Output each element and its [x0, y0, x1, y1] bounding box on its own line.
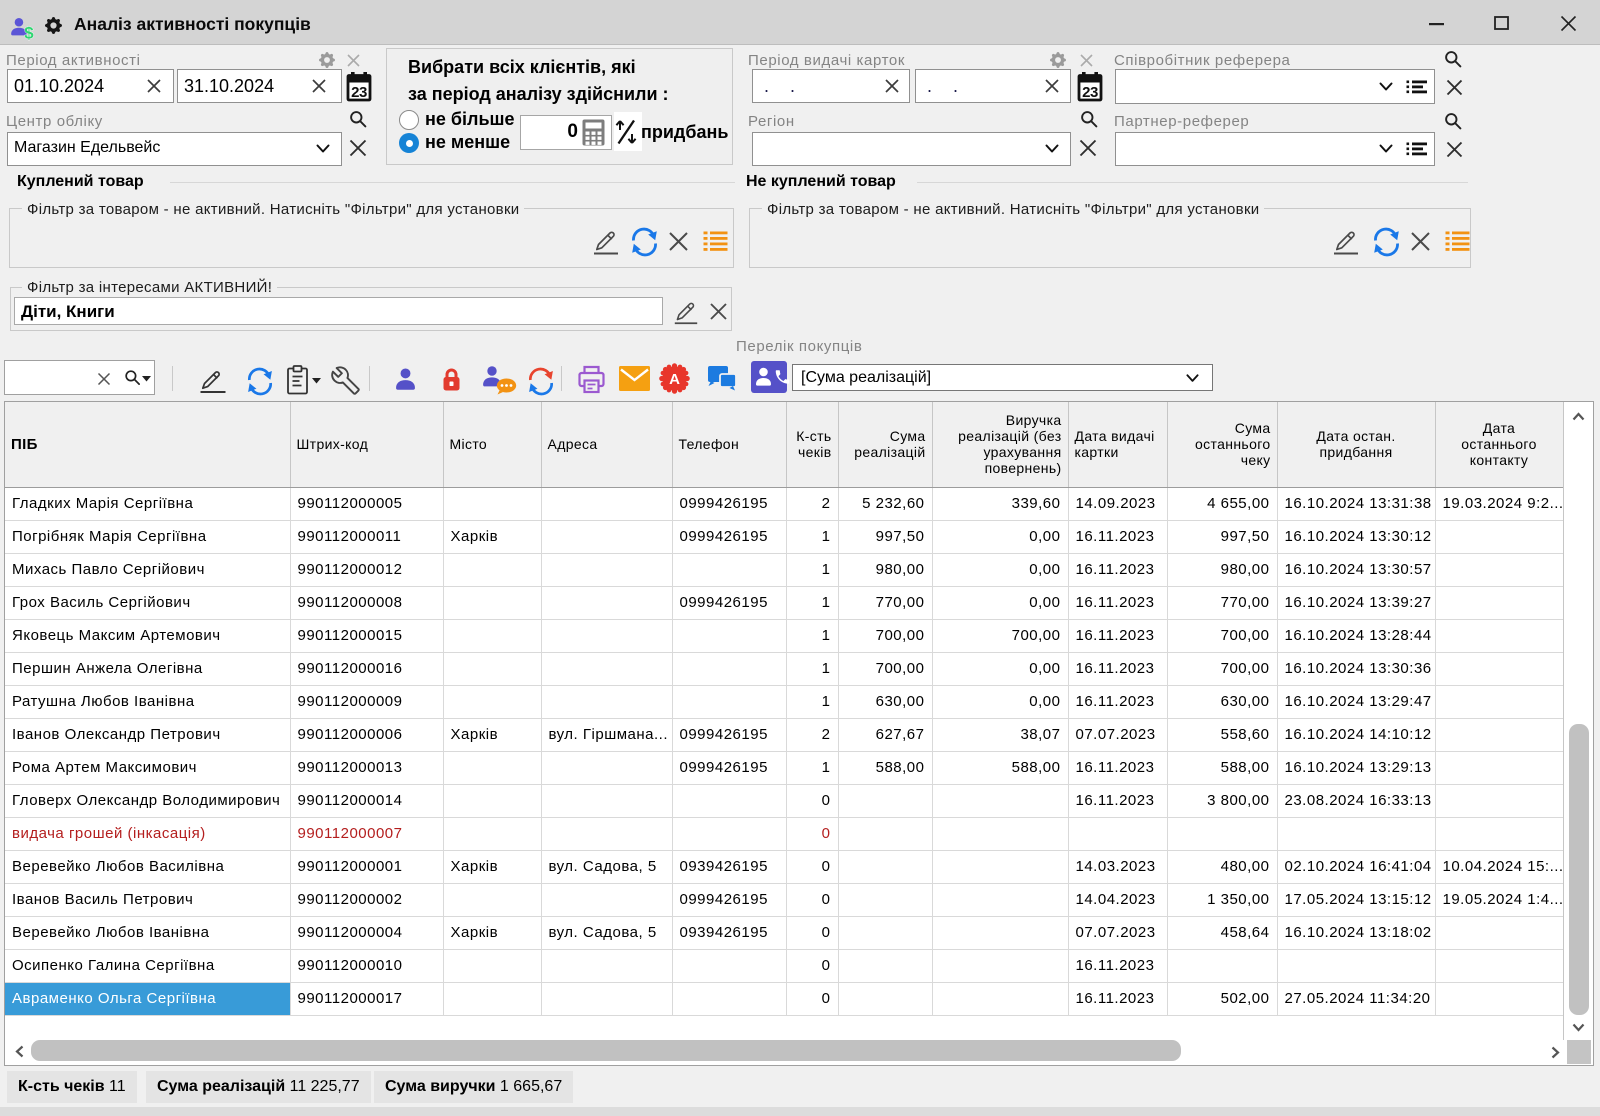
svg-text:A: A [669, 371, 680, 388]
svg-text:23: 23 [1082, 84, 1098, 101]
svg-text:23: 23 [351, 84, 367, 101]
svg-text:$: $ [24, 24, 34, 43]
